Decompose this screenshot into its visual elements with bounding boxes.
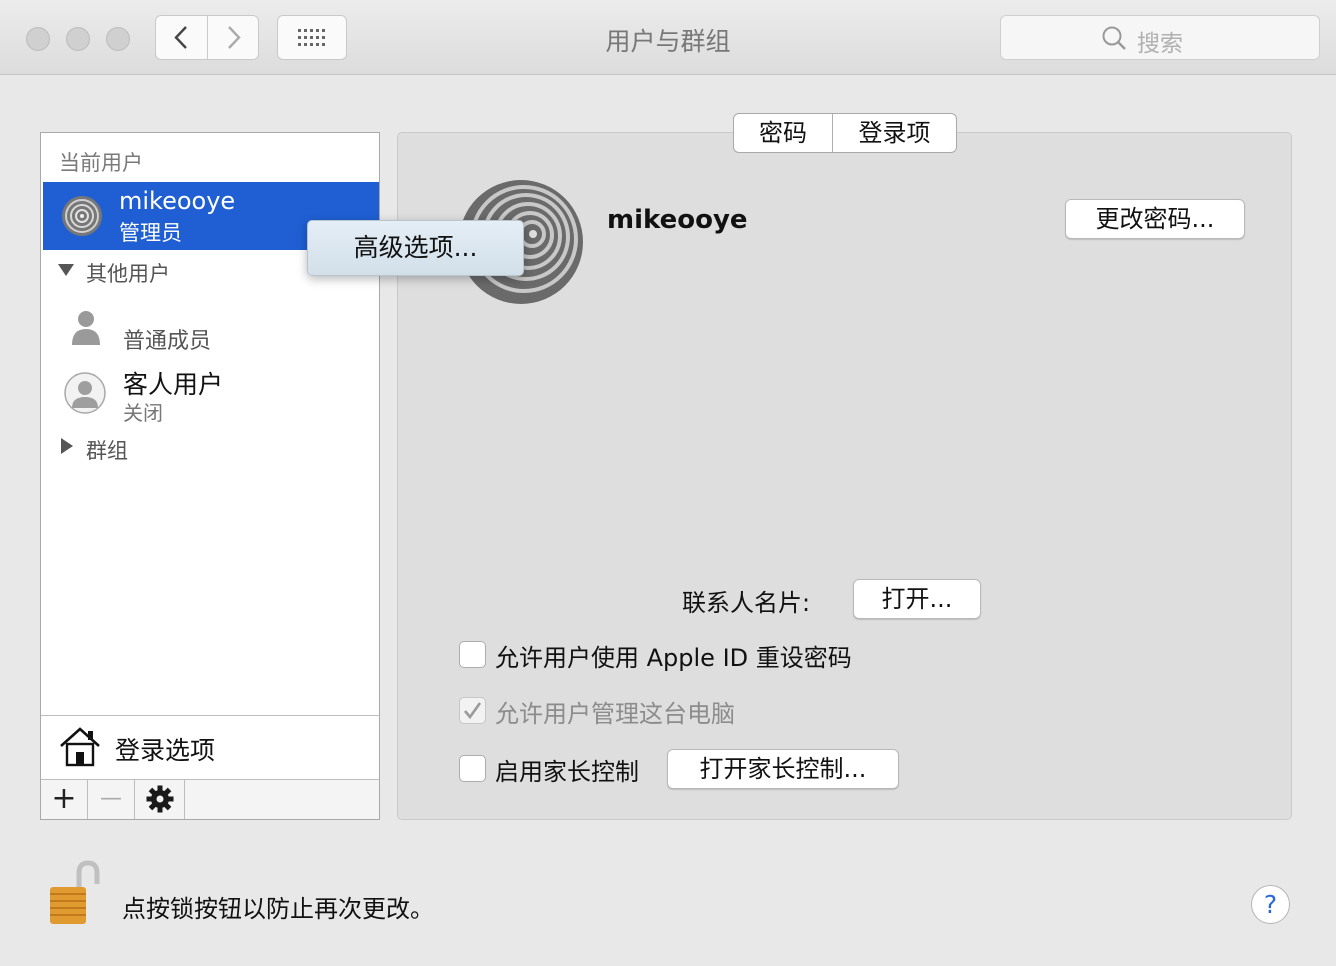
list-item-guest-user[interactable]: 客人用户 关闭 [41, 361, 379, 425]
user-list-toolbar: + — [41, 779, 379, 819]
context-menu: 高级选项... [307, 220, 524, 276]
search-field[interactable]: 搜索 [1000, 15, 1320, 60]
disclosure-closed-icon[interactable] [59, 437, 75, 455]
house-icon [60, 727, 100, 767]
user-name: 普通成员 [123, 329, 212, 354]
groups-header: 群组 [86, 439, 128, 463]
profile-username: mikeooye [607, 205, 748, 235]
user-name: 客人用户 [123, 370, 224, 399]
minus-icon: — [100, 786, 122, 811]
help-button[interactable]: ? [1251, 885, 1290, 924]
add-user-button[interactable]: + [41, 780, 88, 819]
remove-user-button[interactable]: — [88, 780, 135, 819]
action-menu-button[interactable] [135, 780, 185, 819]
gear-icon [146, 785, 173, 813]
lock-open-icon[interactable] [46, 860, 102, 928]
apple-id-reset-label: 允许用户使用 Apple ID 重设密码 [495, 644, 852, 672]
tab-bar: 密码 登录项 [733, 113, 957, 153]
change-password-button[interactable]: 更改密码... [1065, 199, 1245, 239]
login-options-item[interactable]: 登录选项 [41, 715, 379, 779]
tab-password[interactable]: 密码 [734, 114, 833, 152]
current-users-header: 当前用户 [59, 151, 143, 175]
parental-controls-label: 启用家长控制 [495, 758, 639, 786]
user-status: 关闭 [123, 401, 163, 425]
advanced-options-menu-item[interactable]: 高级选项... [308, 221, 523, 275]
checkmark-icon [464, 702, 482, 720]
search-icon [1102, 26, 1126, 50]
parental-controls-checkbox[interactable] [459, 755, 486, 782]
search-placeholder: 搜索 [1137, 31, 1183, 57]
person-silhouette-icon [72, 311, 100, 345]
avatar [62, 196, 102, 236]
contact-card-label: 联系人名片: [682, 589, 811, 617]
open-parental-controls-button[interactable]: 打开家长控制... [667, 749, 899, 789]
disclosure-open-icon[interactable] [57, 262, 75, 278]
list-item-standard-member[interactable]: 普通成员 [41, 301, 379, 357]
admin-label: 允许用户管理这台电脑 [495, 700, 735, 728]
apple-id-reset-checkbox[interactable] [459, 641, 486, 668]
lock-instruction-text: 点按锁按钮以防止再次更改。 [122, 895, 434, 923]
other-users-header: 其他用户 [86, 262, 170, 286]
plus-icon: + [51, 781, 77, 816]
open-contact-card-button[interactable]: 打开... [853, 579, 981, 619]
tab-login-items[interactable]: 登录项 [833, 114, 956, 152]
user-role: 管理员 [119, 221, 182, 245]
title-bar: 用户与群组 搜索 [0, 0, 1336, 75]
admin-checkbox[interactable] [459, 697, 486, 724]
guest-avatar-icon [64, 372, 106, 414]
user-name: mikeooye [119, 187, 236, 215]
login-options-label: 登录选项 [115, 736, 216, 765]
